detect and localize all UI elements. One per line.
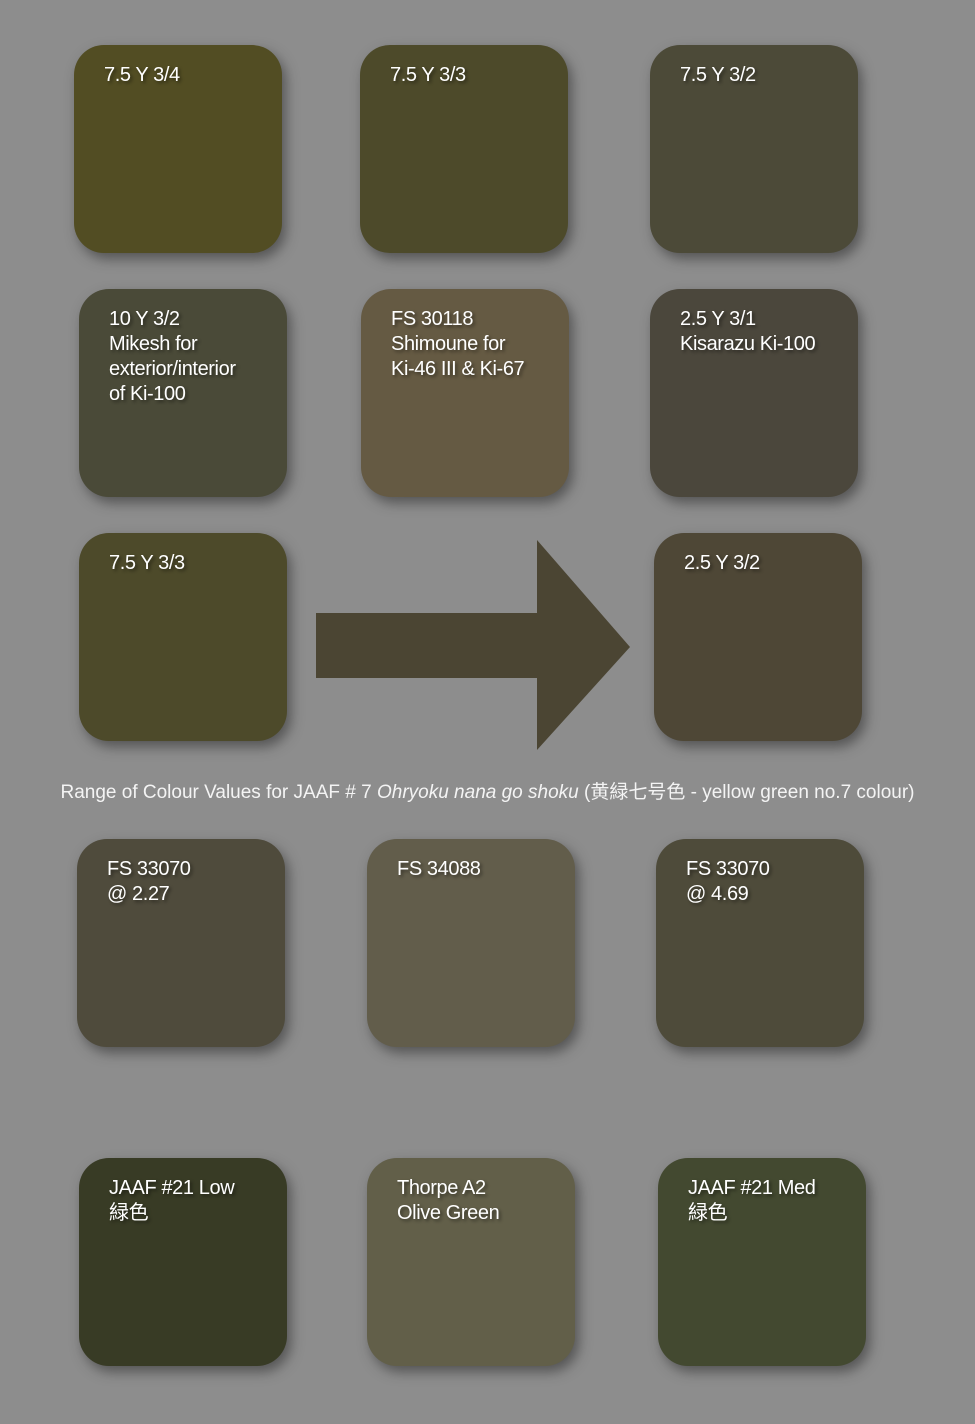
swatch-fs-33070-2-27: FS 33070 @ 2.27 [77,839,285,1047]
swatch-label: 7.5 Y 3/3 [109,552,185,574]
caption-italic: Ohryoku nana go shoku [376,782,579,803]
swatch-label: 7.5 Y 3/3 [390,64,466,86]
arrow-shape [316,540,630,750]
swatch-7-5y-3-2: 7.5 Y 3/2 [650,45,858,253]
arrow-right-icon [316,540,630,750]
swatch-label: FS 33070 @ 4.69 [686,858,770,905]
swatch-label: 7.5 Y 3/2 [680,64,756,86]
swatch-10y-3-2-mikesh: 10 Y 3/2 Mikesh for exterior/interior of… [79,289,287,497]
swatch-label: JAAF #21 Med 緑色 [688,1177,816,1224]
caption-suffix: (黄緑七号色 - yellow green no.7 colour) [578,782,915,803]
swatch-thorpe-a2-olive-green: Thorpe A2 Olive Green [367,1158,575,1366]
swatch-fs-34088: FS 34088 [367,839,575,1047]
swatch-label: 2.5 Y 3/1 Kisarazu Ki-100 [680,308,816,355]
swatch-label: JAAF #21 Low 緑色 [109,1177,235,1224]
swatch-label: FS 33070 @ 2.27 [107,858,191,905]
swatch-jaaf-21-med: JAAF #21 Med 緑色 [658,1158,866,1366]
swatch-label: 10 Y 3/2 Mikesh for exterior/interior of… [109,308,236,405]
swatch-label: FS 30118 Shimoune for Ki-46 III & Ki-67 [391,308,525,380]
swatch-7-5y-3-4: 7.5 Y 3/4 [74,45,282,253]
swatch-jaaf-21-low: JAAF #21 Low 緑色 [79,1158,287,1366]
swatch-label: Thorpe A2 Olive Green [397,1177,500,1224]
swatch-2-5y-3-1-kisarazu: 2.5 Y 3/1 Kisarazu Ki-100 [650,289,858,497]
caption-prefix: Range of Colour Values for JAAF # 7 [60,782,377,803]
swatch-fs-30118-shimoune: FS 30118 Shimoune for Ki-46 III & Ki-67 [361,289,569,497]
swatch-label: FS 34088 [397,858,481,880]
swatch-label: 7.5 Y 3/4 [104,64,180,86]
swatch-7-5y-3-3-start: 7.5 Y 3/3 [79,533,287,741]
swatch-7-5y-3-3: 7.5 Y 3/3 [360,45,568,253]
range-caption: Range of Colour Values for JAAF # 7 Ohry… [0,781,975,805]
swatch-2-5y-3-2-end: 2.5 Y 3/2 [654,533,862,741]
swatch-label: 2.5 Y 3/2 [684,552,760,574]
swatch-fs-33070-4-69: FS 33070 @ 4.69 [656,839,864,1047]
